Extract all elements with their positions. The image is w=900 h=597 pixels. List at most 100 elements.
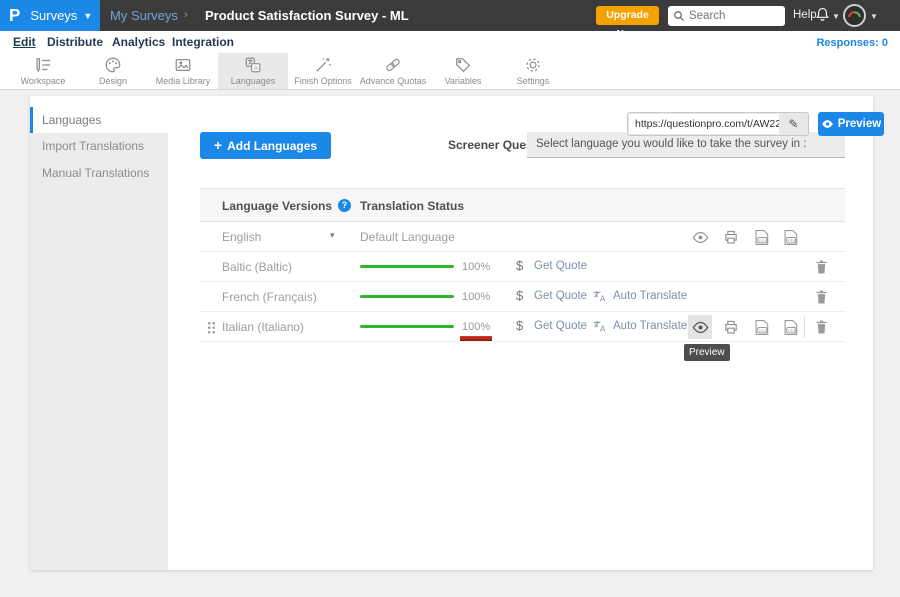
red-annotation-underline: [460, 336, 492, 341]
breadcrumb-separator: ›: [184, 9, 188, 21]
notifications-button[interactable]: [814, 5, 831, 29]
language-name: English: [222, 230, 261, 244]
dollar-icon: $: [516, 288, 523, 303]
table-row-english: English ▾ Default Language DOC PDF: [200, 222, 845, 252]
add-languages-button[interactable]: + Add Languages: [200, 132, 331, 159]
tab-label: Media Library: [156, 76, 211, 86]
print-button[interactable]: [719, 225, 743, 249]
avatar[interactable]: [843, 4, 866, 27]
product-name: Surveys: [30, 8, 77, 23]
survey-url-field[interactable]: https://questionpro.com/t/AW22Zd1S1 ✎: [627, 112, 809, 136]
eye-icon: [821, 119, 834, 129]
pdf-file-icon: PDF: [782, 319, 799, 336]
survey-nav: Edit Distribute Analytics Integration Re…: [0, 31, 900, 53]
sidebar-item-import-translations[interactable]: Import Translations: [30, 133, 168, 160]
get-quote-link[interactable]: Get Quote: [534, 320, 587, 332]
export-doc-button[interactable]: DOC: [749, 225, 773, 249]
search-icon: [673, 10, 685, 22]
auto-translate-icon[interactable]: A: [592, 320, 607, 338]
magic-wand-icon: [314, 56, 332, 74]
export-pdf-button[interactable]: PDF: [778, 315, 802, 339]
tab-advance-quotas[interactable]: Advance Quotas: [358, 53, 428, 89]
search-input[interactable]: [689, 10, 779, 22]
doc-file-icon: DOC: [753, 319, 770, 336]
eye-icon: [692, 321, 709, 334]
tab-label: Workspace: [21, 76, 66, 86]
translation-progress-bar: [360, 325, 454, 328]
export-pdf-button[interactable]: PDF: [778, 225, 802, 249]
svg-text:A: A: [600, 324, 606, 334]
tab-languages[interactable]: A Languages: [218, 53, 288, 89]
printer-icon: [723, 229, 739, 245]
language-dropdown-caret-icon[interactable]: ▾: [330, 230, 335, 241]
preview-language-button-hovered[interactable]: [688, 315, 712, 339]
translation-progress-percent: 100%: [462, 291, 490, 303]
help-circle-icon[interactable]: ?: [338, 199, 351, 212]
auto-translate-icon[interactable]: A: [592, 290, 607, 308]
chevron-down-icon: ▼: [83, 11, 92, 21]
add-languages-label: Add Languages: [227, 139, 317, 153]
svg-text:DOC: DOC: [758, 237, 767, 242]
column-language-versions: Language Versions: [222, 199, 332, 213]
bell-caret-icon[interactable]: ▼: [832, 12, 840, 21]
preview-button[interactable]: Preview: [818, 112, 884, 136]
tag-icon: [454, 56, 472, 74]
export-doc-button[interactable]: DOC: [749, 315, 773, 339]
chain-links-icon: [384, 56, 402, 74]
product-switcher[interactable]: P Surveys ▼: [0, 0, 100, 31]
sidebar-item-manual-translations[interactable]: Manual Translations: [30, 160, 168, 187]
nav-distribute[interactable]: Distribute: [47, 35, 103, 49]
table-header: Language Versions ? Translation Status: [200, 188, 845, 222]
edit-toolbar: Workspace Design Media Library A Languag…: [0, 53, 900, 90]
global-search[interactable]: [668, 6, 785, 26]
edit-url-icon[interactable]: ✎: [779, 117, 808, 131]
translation-progress-bar: [360, 265, 454, 268]
responses-count[interactable]: Responses: 0: [816, 37, 888, 49]
breadcrumb-my-surveys[interactable]: My Surveys: [110, 8, 178, 23]
preview-label: Preview: [838, 118, 881, 130]
language-name: Italian (Italiano): [222, 320, 304, 334]
dollar-icon: $: [516, 318, 523, 333]
tab-label: Design: [99, 76, 127, 86]
tab-label: Advance Quotas: [360, 76, 427, 86]
delete-language-button[interactable]: [809, 285, 833, 309]
preview-language-button[interactable]: [688, 225, 712, 249]
nav-edit[interactable]: Edit: [13, 35, 36, 49]
plus-icon: +: [214, 137, 222, 153]
sidebar-item-languages[interactable]: Languages: [30, 107, 168, 133]
get-quote-link[interactable]: Get Quote: [534, 290, 587, 302]
tab-variables[interactable]: Variables: [428, 53, 498, 89]
tab-media-library[interactable]: Media Library: [148, 53, 218, 89]
trash-icon: [814, 319, 829, 335]
auto-translate-link[interactable]: Auto Translate: [613, 320, 687, 332]
tab-settings[interactable]: Settings: [498, 53, 568, 89]
translation-progress-percent: 100%: [462, 261, 490, 273]
column-translation-status: Translation Status: [360, 199, 464, 213]
translate-icon: A: [244, 56, 262, 74]
drag-handle[interactable]: [207, 321, 216, 334]
tab-finish-options[interactable]: Finish Options: [288, 53, 358, 89]
delete-language-button[interactable]: [809, 255, 833, 279]
auto-translate-link[interactable]: Auto Translate: [613, 290, 687, 302]
delete-language-button[interactable]: [809, 315, 833, 339]
get-quote-link[interactable]: Get Quote: [534, 260, 587, 272]
nav-integration[interactable]: Integration: [172, 35, 234, 49]
nav-analytics[interactable]: Analytics: [112, 35, 165, 49]
trash-icon: [814, 259, 829, 275]
avatar-caret-icon[interactable]: ▼: [870, 12, 878, 21]
survey-url[interactable]: https://questionpro.com/t/AW22Zd1S1: [629, 114, 779, 134]
tab-workspace[interactable]: Workspace: [8, 53, 78, 89]
tab-label: Settings: [517, 76, 550, 86]
questionpro-logo-icon: P: [9, 5, 20, 26]
svg-text:A: A: [600, 294, 606, 304]
eye-icon: [692, 231, 709, 244]
upgrade-now-button[interactable]: Upgrade Now: [596, 6, 659, 25]
printer-icon: [723, 319, 739, 335]
survey-title: Product Satisfaction Survey - ML: [205, 8, 409, 23]
tab-design[interactable]: Design: [78, 53, 148, 89]
print-button[interactable]: [719, 315, 743, 339]
language-name: Baltic (Baltic): [222, 260, 292, 274]
translation-progress-bar: [360, 295, 454, 298]
doc-file-icon: DOC: [753, 229, 770, 246]
tab-label: Variables: [445, 76, 482, 86]
